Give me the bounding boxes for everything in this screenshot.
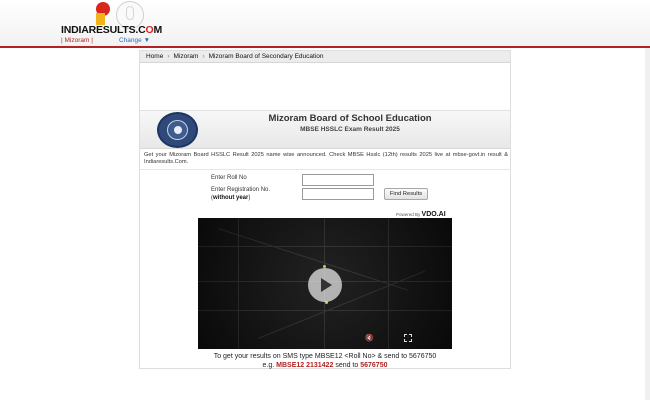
breadcrumb-separator: › xyxy=(202,53,205,60)
breadcrumb-home[interactable]: Home xyxy=(146,53,163,60)
logo-text: INDIARESULTS.COM xyxy=(61,24,162,36)
roll-no-input[interactable] xyxy=(302,174,374,186)
divider xyxy=(140,169,510,170)
sms-example-prefix: e.g. xyxy=(262,362,275,369)
seal-inner-ring xyxy=(167,120,188,140)
powered-by-label: Powered By xyxy=(396,212,421,217)
seal-core xyxy=(174,126,182,134)
exam-title: MBSE HSSLC Exam Result 2025 xyxy=(300,126,400,133)
registration-no-label: Enter Registration No. (without year) xyxy=(211,186,270,202)
change-state-link[interactable]: Change ▼ xyxy=(119,37,150,44)
breadcrumb-board[interactable]: Mizoram Board of Secondary Education xyxy=(209,53,324,60)
board-title: Mizoram Board of School Education xyxy=(268,113,432,124)
selected-state: | Mizoram | xyxy=(61,37,93,44)
board-seal-icon xyxy=(157,112,198,148)
sms-instructions: To get your results on SMS type MBSE12 <… xyxy=(213,353,437,360)
find-results-button[interactable]: Find Results xyxy=(384,188,428,200)
board-header: Mizoram Board of School Education MBSE H… xyxy=(140,111,510,149)
registration-note-bold: without year xyxy=(213,195,249,201)
play-icon xyxy=(321,278,332,292)
main-content: Home › Mizoram › Mizoram Board of Secondary … xyxy=(139,50,511,369)
breadcrumb: Home › Mizoram › Mizoram Board of Secondary … xyxy=(140,51,510,63)
video-provider-logo[interactable]: VDO.AI xyxy=(422,211,446,218)
logo-text-main: INDIARESULTS.C xyxy=(61,24,146,36)
roll-no-label: Enter Roll No xyxy=(211,175,247,181)
intro-text: Get your Mizoram Board HSSLC Result 2025… xyxy=(144,152,508,165)
logo-text-end: M xyxy=(153,24,163,36)
breadcrumb-state[interactable]: Mizoram xyxy=(174,53,199,60)
sms-example-code: MBSE12 2131422 xyxy=(276,362,334,369)
sms-example: e.g. MBSE12 2131422 send to 5676750 xyxy=(140,362,510,369)
sms-example-number: 5676750 xyxy=(360,362,388,369)
mute-icon[interactable]: 🔇 xyxy=(365,334,374,343)
sms-example-mid: send to xyxy=(335,362,359,369)
video-powered-by: Powered By VDO.AI xyxy=(396,211,446,218)
video-player[interactable]: 🔇 xyxy=(198,218,452,349)
bulb-filament-icon xyxy=(126,6,134,20)
fullscreen-icon[interactable] xyxy=(404,334,412,342)
registration-note-close: ) xyxy=(248,195,251,201)
page-scrollbar[interactable] xyxy=(645,48,650,400)
registration-label-text: Enter Registration No. xyxy=(211,187,271,193)
registration-no-input[interactable] xyxy=(302,188,374,200)
ad-space xyxy=(140,63,510,111)
play-button[interactable] xyxy=(308,268,342,302)
breadcrumb-separator: › xyxy=(167,53,170,60)
site-header: INDIARESULTS.COM | Mizoram | Change ▼ xyxy=(0,0,650,48)
